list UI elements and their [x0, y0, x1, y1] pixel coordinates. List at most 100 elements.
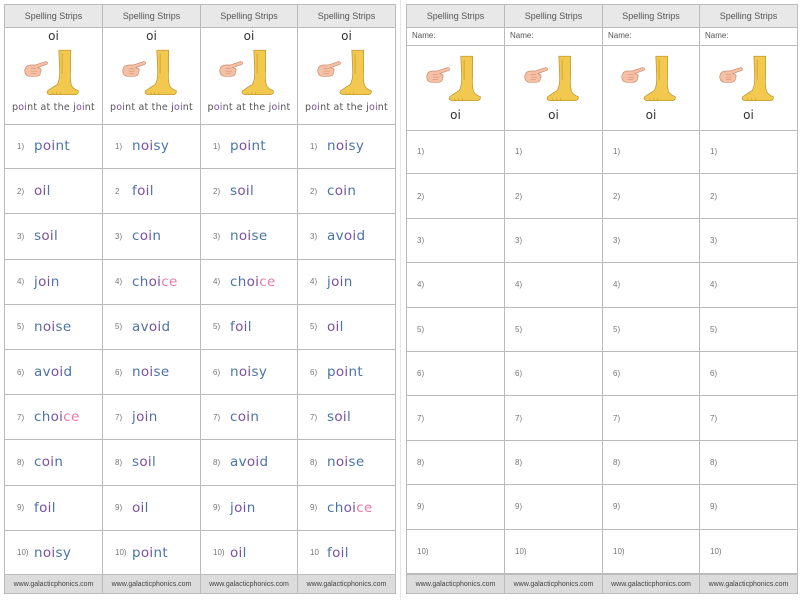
blank-answer-row[interactable]: 8): [700, 441, 797, 486]
row-number: 9): [115, 503, 123, 513]
word-row: 9) choice: [298, 486, 395, 531]
word-row: 6) noise: [103, 350, 200, 396]
name-field[interactable]: Name:: [603, 26, 699, 46]
blank-answer-row[interactable]: 5): [407, 308, 504, 352]
blank-answer-row[interactable]: 1): [407, 130, 504, 175]
word-row: 5) oil: [298, 305, 395, 350]
blank-answer-row[interactable]: 1): [700, 130, 797, 175]
blank-answer-row[interactable]: 1): [603, 130, 699, 175]
blank-answer-row[interactable]: 4): [407, 263, 504, 308]
row-number: 1): [310, 141, 318, 151]
blank-answer-row[interactable]: 8): [603, 441, 699, 486]
blank-answer-row[interactable]: 4): [700, 263, 797, 308]
blank-answer-row[interactable]: 3): [700, 219, 797, 264]
spelling-word: avoid: [34, 364, 73, 381]
spelling-word: avoid: [327, 228, 366, 245]
blank-answer-row[interactable]: 6): [603, 352, 699, 397]
blank-answer-row[interactable]: 8): [505, 441, 602, 486]
blank-answer-row[interactable]: 6): [407, 352, 504, 397]
word-row: 7) join: [103, 395, 200, 441]
word-row: 2) coin: [298, 169, 395, 215]
blank-answer-row[interactable]: 5): [603, 308, 699, 352]
blank-answer-row[interactable]: 3): [603, 219, 699, 264]
blank-answer-row[interactable]: 6): [505, 352, 602, 397]
spelling-word: soil: [230, 183, 255, 200]
blank-answer-row[interactable]: 9): [700, 485, 797, 530]
spelling-word: foil: [327, 544, 349, 561]
row-number: 5): [213, 322, 221, 332]
word-row: 8) avoid: [201, 440, 297, 486]
word-row: 10 foil: [298, 531, 395, 576]
word-row: 5) noise: [5, 305, 102, 350]
blank-answer-row[interactable]: 8): [407, 441, 504, 486]
name-field[interactable]: Name:: [505, 26, 602, 46]
blank-answer-row[interactable]: 2): [505, 174, 602, 219]
spelling-word: choice: [132, 273, 178, 290]
blank-answer-row[interactable]: 9): [603, 485, 699, 530]
website-footer: www.galacticphonics.com: [5, 574, 102, 594]
blank-answer-row[interactable]: 10): [407, 530, 504, 574]
blank-answer-row[interactable]: 1): [505, 130, 602, 175]
name-field[interactable]: Name:: [700, 26, 797, 46]
word-row: 8) coin: [5, 440, 102, 486]
spelling-word: coin: [230, 409, 260, 426]
row-number: 7): [710, 413, 718, 423]
row-number: 7): [417, 413, 425, 423]
row-number: 8): [710, 457, 718, 467]
name-field[interactable]: Name:: [407, 26, 504, 46]
website-footer: www.galacticphonics.com: [407, 574, 504, 594]
strip-title: Spelling Strips: [298, 4, 395, 28]
spelling-word: point: [132, 544, 168, 561]
blank-answer-row[interactable]: 10): [700, 530, 797, 574]
spelling-strip: Spelling Strips oi point at the joint 1) noi…: [102, 4, 200, 594]
spelling-word: join: [132, 409, 158, 426]
row-number: 5): [613, 324, 621, 334]
blank-answer-row[interactable]: 4): [505, 263, 602, 308]
row-number: 9): [515, 502, 523, 512]
blank-answer-row[interactable]: 7): [700, 396, 797, 441]
word-row: 4) choice: [201, 260, 297, 305]
row-number: 4): [417, 280, 425, 290]
row-number: 4): [17, 277, 25, 287]
blank-answer-row[interactable]: 7): [603, 396, 699, 441]
row-number: 6): [310, 367, 318, 377]
spelling-word: soil: [132, 454, 157, 471]
blank-answer-row[interactable]: 5): [505, 308, 602, 352]
blank-answer-row[interactable]: 9): [505, 485, 602, 530]
row-number: 4): [710, 280, 718, 290]
row-number: 2: [115, 186, 120, 196]
left-sheet: Spelling Strips oi point at the joint 1) poi…: [4, 4, 396, 594]
blank-answer-row[interactable]: 7): [407, 396, 504, 441]
word-row: 6) noisy: [201, 350, 297, 396]
spelling-word: soil: [34, 228, 59, 245]
blank-answer-row[interactable]: 2): [700, 174, 797, 219]
website-footer: www.galacticphonics.com: [700, 574, 797, 594]
row-number: 7): [115, 412, 123, 422]
blank-answer-row[interactable]: 2): [603, 174, 699, 219]
blank-answer-row[interactable]: 5): [700, 308, 797, 352]
spelling-word: foil: [132, 183, 154, 200]
row-number: 10): [17, 548, 29, 558]
point-at-joint-picture: [724, 52, 774, 108]
blank-answer-row[interactable]: 6): [700, 352, 797, 397]
right-sheet: Spelling Strips Name: oi 1) 2) 3) 4) 5) 6) 7) 8) 9)…: [406, 4, 798, 594]
word-row: 1) noisy: [298, 124, 395, 170]
blank-answer-row[interactable]: 7): [505, 396, 602, 441]
word-row: 1) point: [5, 124, 102, 170]
blank-answer-row[interactable]: 10): [505, 530, 602, 574]
blank-answer-row[interactable]: 10): [603, 530, 699, 574]
spelling-word: noisy: [34, 544, 72, 561]
mnemonic-phrase: point at the joint: [12, 102, 95, 113]
sound-label: oi: [243, 29, 255, 43]
blank-answer-row[interactable]: 3): [407, 219, 504, 264]
sound-label: oi: [645, 108, 657, 122]
row-number: 4): [115, 277, 123, 287]
sound-label: oi: [548, 108, 559, 122]
word-row: 7) soil: [298, 395, 395, 441]
blank-answer-row[interactable]: 9): [407, 485, 504, 530]
blank-answer-row[interactable]: 3): [505, 219, 602, 264]
blank-answer-row[interactable]: 4): [603, 263, 699, 308]
blank-answer-row[interactable]: 2): [407, 174, 504, 219]
mnemonic-phrase: point at the joint: [110, 102, 193, 113]
spelling-word: point: [327, 364, 363, 381]
